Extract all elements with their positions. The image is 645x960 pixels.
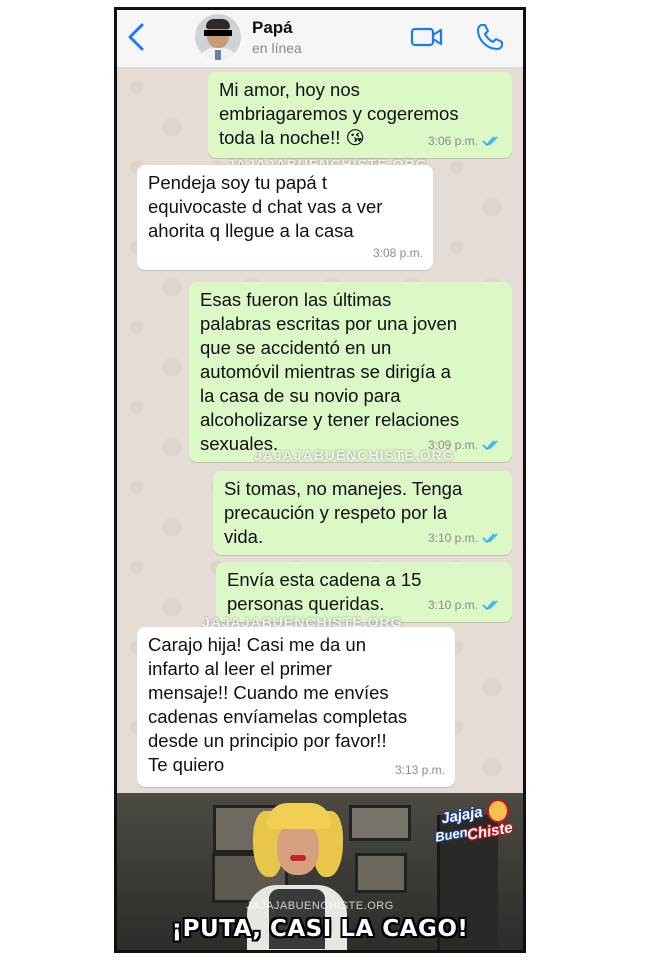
contact-status: en línea [252,40,302,56]
message-bubble-outgoing[interactable]: Envía esta cadena a 15 personas queridas… [216,562,512,622]
phone-icon[interactable] [475,22,505,52]
contact-avatar[interactable] [195,14,241,60]
back-chevron-icon[interactable] [125,22,147,52]
message-time: 3:10 p.m. [427,598,478,612]
message-bubble-outgoing[interactable]: Si tomas, no manejes. Tenga precaución y… [213,471,512,555]
message-bubble-incoming[interactable]: Carajo hija! Casi me da un infarto al le… [137,627,455,787]
message-text: Pendeja soy tu papá t equivocaste d chat… [148,172,383,241]
avatar-hair [206,19,230,29]
message-time: 3:13 p.m. [394,763,445,777]
message-text: Carajo hija! Casi me da un infarto al le… [148,634,408,775]
message-meta: 3:10 p.m. [428,593,502,617]
meme-wall-frame [349,805,411,841]
message-time: 3:08 p.m. [372,246,423,260]
message-meta: 3:06 p.m. [428,129,502,153]
jajaja-buen-chiste-logo: Jajaja Buen Chiste [433,799,515,855]
avatar-censor-bar [204,30,232,36]
read-ticks-icon [482,440,498,451]
message-bubble-incoming[interactable]: Pendeja soy tu papá t equivocaste d chat… [137,165,433,270]
watermark-text: JAJAJABUENCHISTE.ORG [254,447,455,463]
meme-watermark: JAJAJABUENCHISTE.ORG [246,900,394,912]
logo-text: Buen [433,824,469,845]
avatar-tie [215,50,221,60]
read-ticks-icon [482,533,498,544]
message-text: Esas fueron las últimas palabras escrita… [200,289,460,454]
meme-image: Jajaja Buen Chiste JAJAJABUENCHISTE.ORG … [117,793,523,950]
meme-lips [290,855,306,861]
message-meta: 3:13 p.m. [395,758,445,782]
read-ticks-icon [482,136,498,147]
message-meta: 3:10 p.m. [428,526,502,550]
contact-name[interactable]: Papá [252,18,293,38]
message-time: 3:10 p.m. [427,531,478,545]
message-meta: 3:08 p.m. [373,241,423,265]
message-time: 3:06 p.m. [427,134,478,148]
read-ticks-icon [482,600,498,611]
message-bubble-outgoing[interactable]: Mi amor, hoy nos embriagaremos y cogerem… [208,72,512,158]
meme-wall-frame [355,853,407,893]
video-call-icon[interactable] [410,26,444,48]
meme-person-face [277,821,319,875]
message-bubble-outgoing[interactable]: Esas fueron las últimas palabras escrita… [189,282,512,462]
phone-frame: Papá en línea Mi amor, hoy nos embriagar… [114,7,526,953]
logo-text: Chiste [465,819,514,844]
meme-wig [267,803,331,829]
meme-caption: ¡PUTA, CASI LA CAGO! [171,916,469,942]
chat-header: Papá en línea [117,10,523,68]
